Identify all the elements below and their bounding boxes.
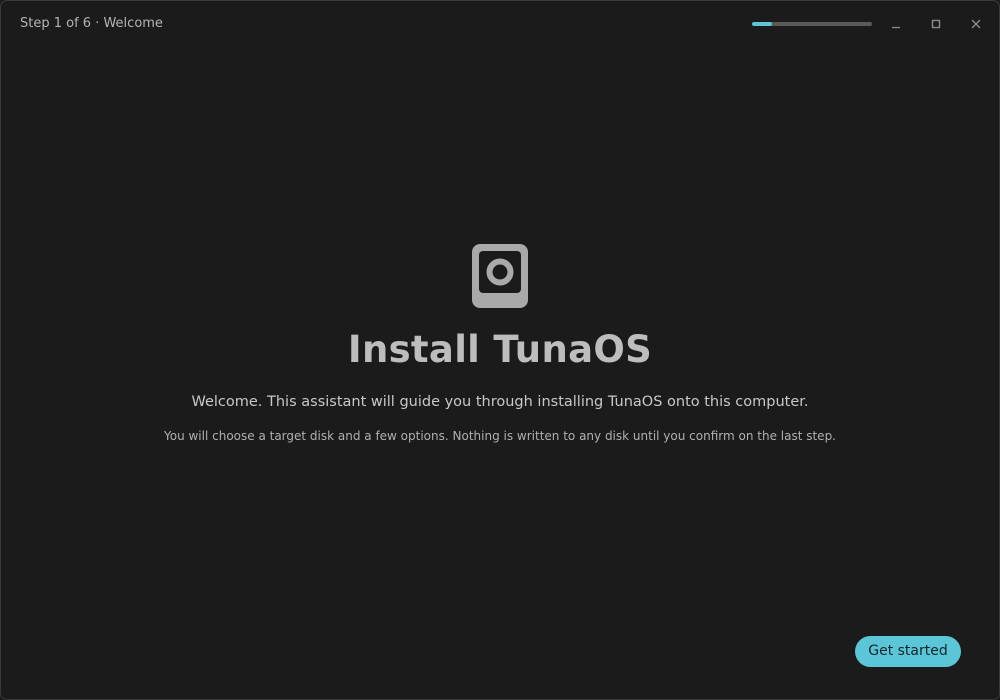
close-button[interactable] [965, 13, 987, 35]
page-title: Install TunaOS [347, 328, 653, 371]
disk-icon [472, 244, 528, 308]
step-progress-fill [752, 22, 772, 26]
maximize-icon [931, 19, 941, 29]
welcome-note: You will choose a target disk and a few … [163, 429, 836, 443]
welcome-description: Welcome. This assistant will guide you t… [191, 394, 809, 410]
title-bar[interactable]: Step 1 of 6 · Welcome [1, 1, 999, 47]
step-title: Step 1 of 6 · Welcome [20, 16, 163, 31]
installer-window: Step 1 of 6 · Welcome Install TunaOS Wel… [0, 0, 1000, 700]
maximize-button[interactable] [925, 13, 947, 35]
step-progress-bar [752, 22, 872, 26]
get-started-button[interactable]: Get started [855, 636, 961, 667]
close-icon [971, 19, 981, 29]
minimize-icon [892, 26, 900, 29]
minimize-button[interactable] [885, 13, 907, 35]
welcome-panel: Install TunaOS Welcome. This assistant w… [1, 244, 999, 444]
